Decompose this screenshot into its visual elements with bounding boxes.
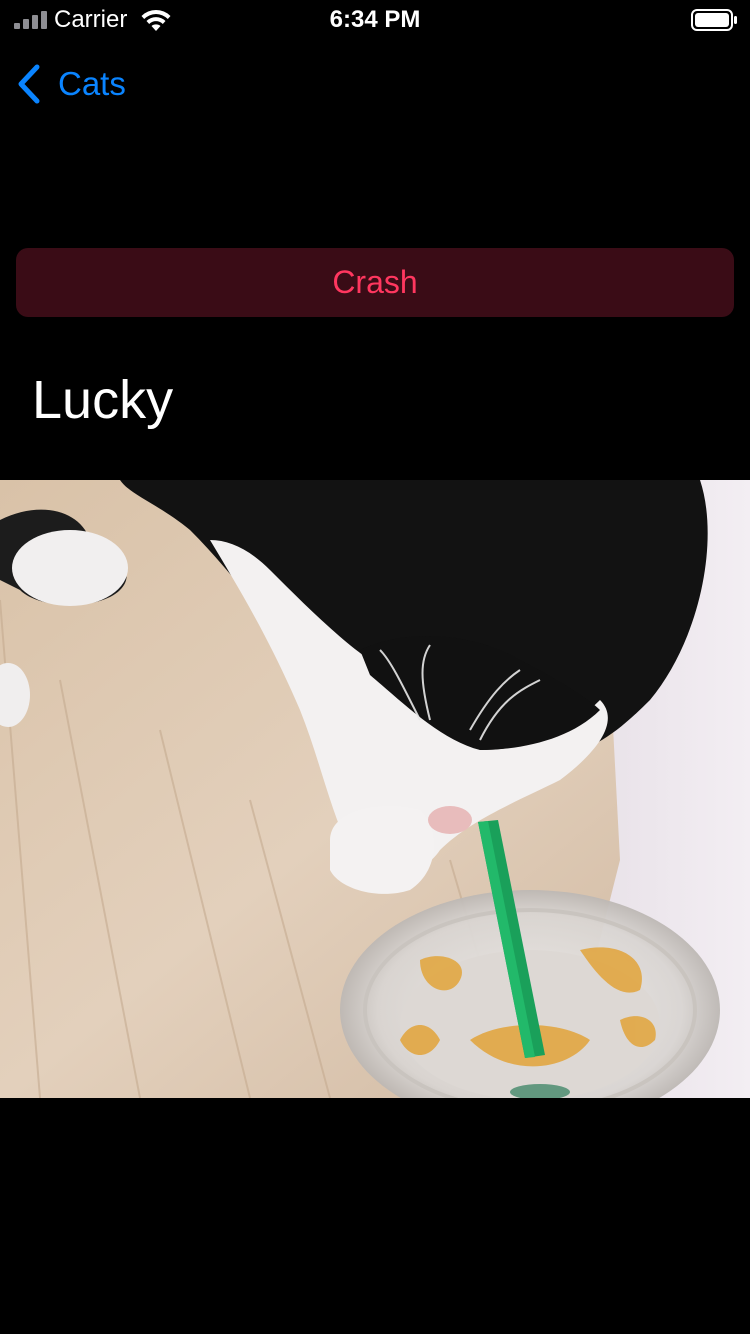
- screen: Carrier 6:34 PM Cats Crash Lucky: [0, 0, 750, 1334]
- back-button-label: Cats: [58, 65, 126, 102]
- chevron-left-icon: [18, 64, 40, 104]
- crash-button[interactable]: Crash: [16, 248, 734, 317]
- status-bar: Carrier 6:34 PM: [0, 0, 750, 40]
- crash-button-label: Crash: [332, 264, 418, 300]
- status-time: 6:34 PM: [329, 6, 421, 33]
- back-button[interactable]: Cats: [16, 62, 126, 106]
- cat-photo: [0, 480, 750, 1098]
- cat-photo-illustration: [0, 480, 750, 1098]
- cat-name-title: Lucky: [32, 370, 174, 430]
- battery-icon: [691, 9, 737, 31]
